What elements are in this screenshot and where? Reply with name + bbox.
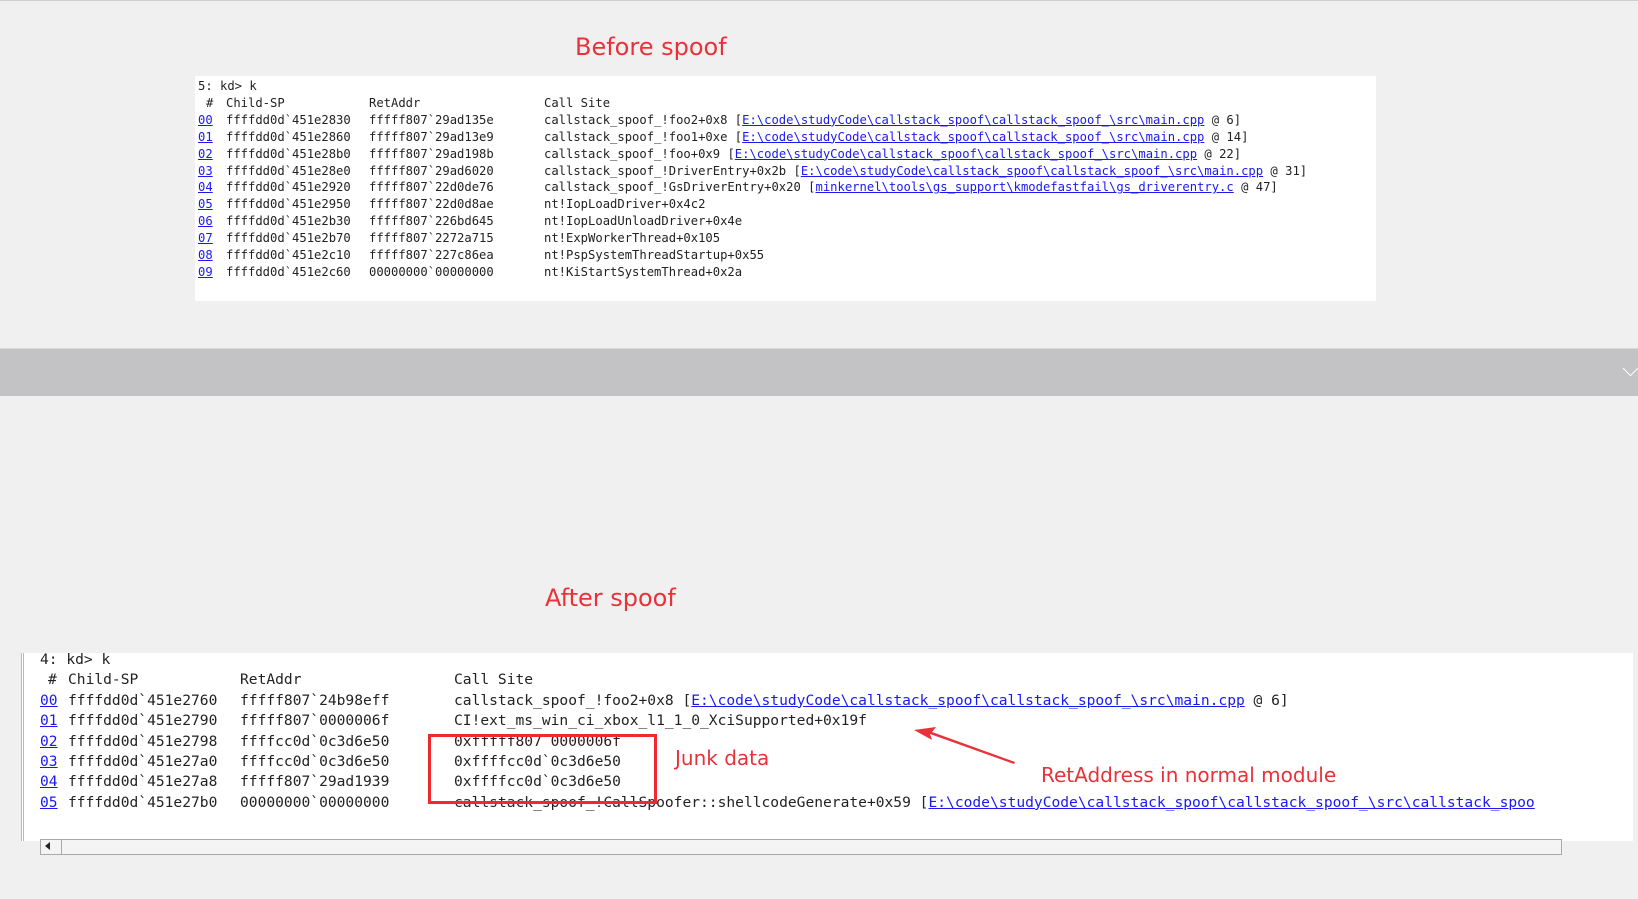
arrow-icon: [914, 727, 1015, 764]
